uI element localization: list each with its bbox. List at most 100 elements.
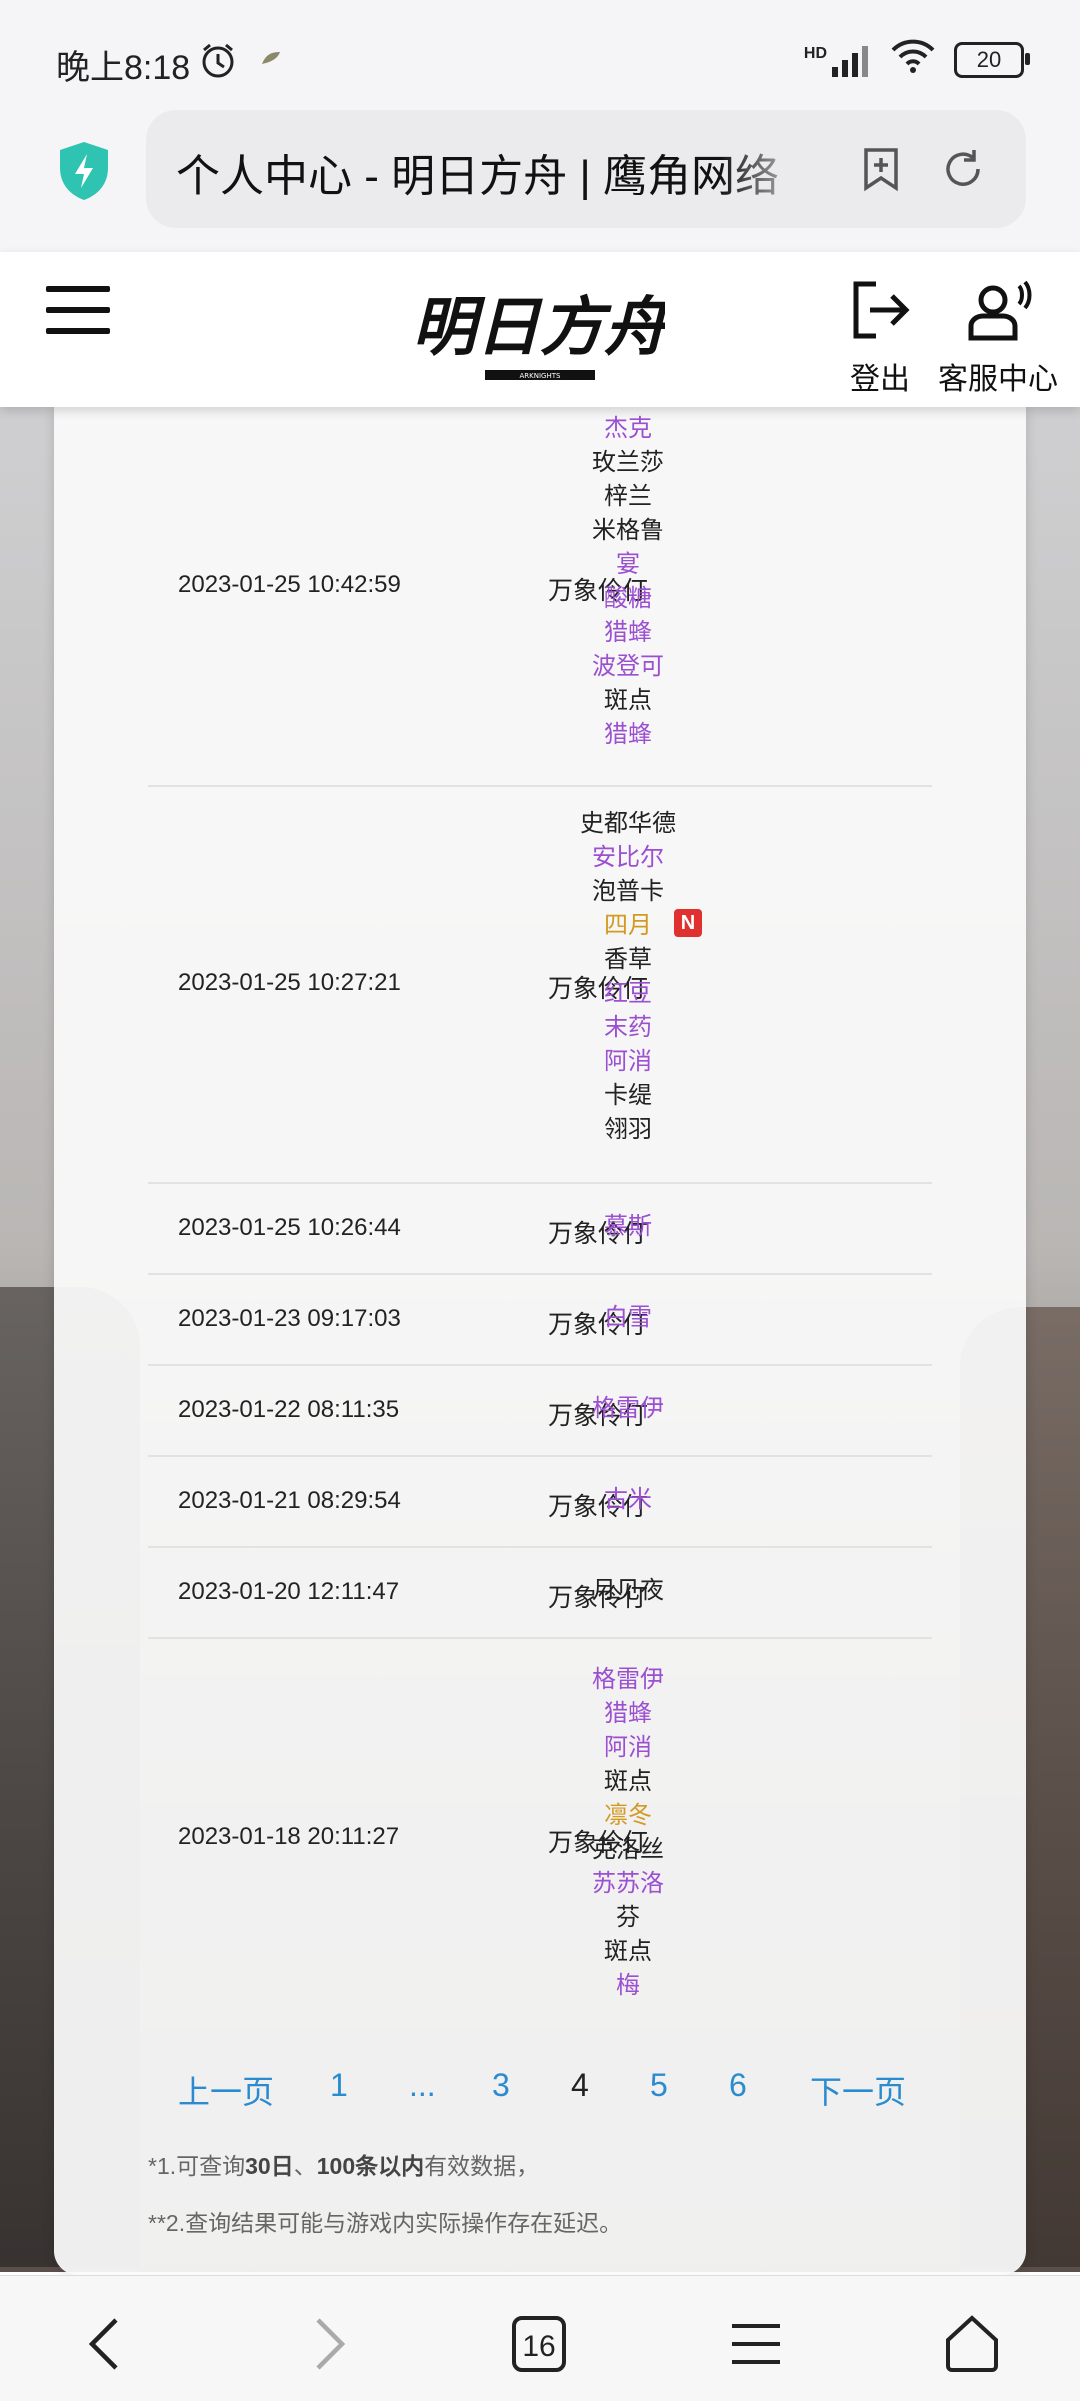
new-badge: N bbox=[674, 909, 702, 937]
pagination: 上一页 1 ... 3 4 5 6 下一页 bbox=[54, 2067, 1026, 2127]
character-name: 苏苏洛 bbox=[592, 1870, 664, 1897]
tabs-button[interactable]: 16 bbox=[508, 2312, 572, 2376]
battery-icon: 20 bbox=[954, 41, 1030, 78]
note-bold: 30日 bbox=[245, 2153, 294, 2179]
logout-label: 登出 bbox=[850, 363, 910, 396]
character-name: 泡普卡 bbox=[592, 878, 664, 905]
character-name: 阿消 bbox=[604, 1048, 652, 1075]
character-name: 翎羽 bbox=[604, 1116, 652, 1143]
alarm-icon bbox=[198, 40, 238, 85]
character-name: 凛冬 bbox=[604, 1802, 652, 1829]
site-logo[interactable]: 明日方舟 ARKNIGHTS bbox=[412, 274, 673, 392]
note-text: 有效数据， bbox=[424, 2153, 540, 2179]
status-bar: 晚上8:18 HD 20 bbox=[0, 0, 1080, 110]
url-text[interactable]: 个人中心 - 明日方舟 | 鹰角网络 bbox=[176, 140, 816, 204]
character-name: 克洛丝 bbox=[592, 1836, 664, 1863]
record-time: 2023-01-25 10:42:59 bbox=[178, 571, 401, 598]
browser-toolbar: 个人中心 - 明日方舟 | 鹰角网络 bbox=[0, 110, 1080, 252]
character-name: 梅 bbox=[616, 1972, 640, 1999]
table-row: 2023-01-25 10:27:21 万象伶仃 史都华德 安比尔 泡普卡 四月… bbox=[148, 785, 932, 1184]
security-shield-icon[interactable] bbox=[56, 140, 112, 202]
browser-bottom-nav: 16 bbox=[0, 2275, 1080, 2401]
menu-lines-icon[interactable] bbox=[724, 2312, 788, 2376]
support-icon bbox=[968, 280, 1032, 341]
record-time: 2023-01-21 08:29:54 bbox=[178, 1487, 401, 1514]
prev-page-link[interactable]: 上一页 bbox=[178, 2067, 274, 2113]
character-name: 格雷伊 bbox=[592, 1666, 664, 1693]
character-name: 慕斯 bbox=[604, 1213, 652, 1240]
wifi-icon bbox=[890, 38, 936, 81]
next-page-link[interactable]: 下一页 bbox=[810, 2067, 906, 2113]
character-name: 波登可 bbox=[592, 653, 664, 680]
status-time: 晚上8:18 bbox=[56, 49, 191, 87]
refresh-icon[interactable] bbox=[938, 144, 988, 194]
table-row: 2023-01-21 08:29:54 万象伶仃 古米 bbox=[148, 1455, 932, 1548]
character-name: 香草 bbox=[604, 946, 652, 973]
logo-subtext: ARKNIGHTS bbox=[520, 372, 562, 380]
character-name-text: 四月 bbox=[604, 912, 652, 939]
character-name: 安比尔 bbox=[592, 844, 664, 871]
record-characters: 杰克 玫兰莎 梓兰 米格鲁 宴 酸糖 猎蜂 波登可 斑点 猎蜂 bbox=[478, 412, 778, 752]
page-link-5[interactable]: 5 bbox=[650, 2067, 668, 2104]
character-name: 格雷伊 bbox=[592, 1395, 664, 1422]
support-button[interactable]: 客服中心 bbox=[938, 278, 1058, 398]
table-row: 2023-01-18 20:11:27 万象伶仃 格雷伊 猎蜂 阿消 斑点 凛冬… bbox=[148, 1637, 932, 2037]
battery-level: 20 bbox=[976, 46, 1002, 72]
note-text: *1.可查询 bbox=[148, 2153, 246, 2179]
character-name: 阿消 bbox=[604, 1734, 652, 1761]
logo-text: 明日方舟 bbox=[415, 290, 665, 365]
record-characters: 史都华德 安比尔 泡普卡 四月 N 香草 红豆 末药 阿消 卡缇 翎羽 bbox=[478, 807, 778, 1147]
table-row: 2023-01-22 08:11:35 万象伶仃 格雷伊 bbox=[148, 1364, 932, 1457]
character-name: 猎蜂 bbox=[604, 1700, 652, 1727]
character-name: 白雪 bbox=[604, 1304, 652, 1331]
note-delay: **2.查询结果可能与游戏内实际操作存在延迟。 bbox=[148, 2210, 623, 2236]
table-row: 2023-01-23 09:17:03 万象伶仃 白雪 bbox=[148, 1273, 932, 1366]
note-text: 、 bbox=[293, 2153, 317, 2179]
character-name: 史都华德 bbox=[580, 810, 676, 837]
page-link-3[interactable]: 3 bbox=[492, 2067, 510, 2104]
forward-icon[interactable] bbox=[294, 2312, 358, 2376]
notification-icon bbox=[258, 46, 284, 77]
character-name: 红豆 bbox=[604, 980, 652, 1007]
character-name: 斑点 bbox=[604, 1938, 652, 1965]
table-row: 2023-01-25 10:26:44 万象伶仃 慕斯 bbox=[148, 1182, 932, 1275]
character-name: 芬 bbox=[616, 1904, 640, 1931]
page-link-1[interactable]: 1 bbox=[330, 2067, 348, 2104]
character-name: 米格鲁 bbox=[592, 517, 664, 544]
character-name: 月见夜 bbox=[592, 1577, 664, 1604]
logout-icon bbox=[853, 281, 910, 339]
record-time: 2023-01-22 08:11:35 bbox=[178, 1396, 400, 1423]
current-page: 4 bbox=[571, 2067, 589, 2103]
table-row: 2023-01-20 12:11:47 万象伶仃 月见夜 bbox=[148, 1546, 932, 1639]
back-icon[interactable] bbox=[76, 2312, 140, 2376]
record-time: 2023-01-23 09:17:03 bbox=[178, 1305, 401, 1332]
character-name: 猎蜂 bbox=[604, 721, 652, 748]
character-name: 四月 N bbox=[478, 909, 778, 943]
network-type: HD bbox=[803, 44, 827, 62]
home-icon[interactable] bbox=[940, 2312, 1004, 2376]
character-name: 酸糖 bbox=[604, 585, 652, 612]
page-link-6[interactable]: 6 bbox=[729, 2067, 747, 2104]
character-name: 猎蜂 bbox=[604, 619, 652, 646]
gacha-record-card: 2023-01-25 10:42:59 万象伶仃 杰克 玫兰莎 梓兰 米格鲁 宴… bbox=[54, 407, 1026, 2275]
menu-icon[interactable] bbox=[46, 286, 110, 334]
note-query-limit: *1.可查询30日、100条以内有效数据， bbox=[148, 2147, 539, 2181]
address-bar[interactable]: 个人中心 - 明日方舟 | 鹰角网络 bbox=[146, 110, 1026, 228]
page-ellipsis: ... bbox=[409, 2067, 436, 2103]
character-name: 玫兰莎 bbox=[592, 449, 664, 476]
record-time: 2023-01-25 10:27:21 bbox=[178, 969, 401, 996]
record-characters: 格雷伊 猎蜂 阿消 斑点 凛冬 克洛丝 苏苏洛 芬 斑点 梅 bbox=[478, 1663, 778, 2003]
site-header: 明日方舟 ARKNIGHTS 登出 客服中心 bbox=[0, 252, 1080, 407]
character-name: 斑点 bbox=[604, 1768, 652, 1795]
tabs-count: 16 bbox=[522, 2330, 555, 2363]
record-time: 2023-01-20 12:11:47 bbox=[178, 1578, 400, 1605]
character-name: 斑点 bbox=[604, 687, 652, 714]
note-bold: 100条以内 bbox=[316, 2153, 425, 2179]
bookmark-add-icon[interactable] bbox=[856, 144, 906, 194]
character-name: 卡缇 bbox=[604, 1082, 652, 1109]
logout-button[interactable]: 登出 bbox=[848, 278, 912, 398]
table-row: 2023-01-25 10:42:59 万象伶仃 杰克 玫兰莎 梓兰 米格鲁 宴… bbox=[148, 407, 932, 787]
character-name: 梓兰 bbox=[604, 483, 652, 510]
character-name: 杰克 bbox=[604, 415, 652, 442]
record-time: 2023-01-18 20:11:27 bbox=[178, 1823, 400, 1850]
